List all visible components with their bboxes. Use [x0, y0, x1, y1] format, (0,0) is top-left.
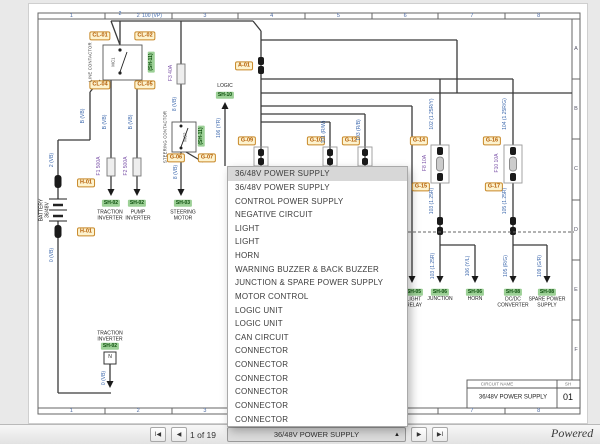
dropdown-item[interactable]: CAN CIRCUIT: [228, 331, 407, 345]
page-status: 1 of 19: [190, 430, 216, 440]
dropdown-item[interactable]: CONNECTOR: [228, 344, 407, 358]
previous-page-button[interactable]: ◀: [171, 427, 187, 442]
first-page-button[interactable]: I◀: [150, 427, 166, 442]
watermark-text: Powered: [551, 426, 593, 441]
dropdown-item[interactable]: LOGIC UNIT: [228, 303, 407, 317]
dropdown-item[interactable]: 36/48V POWER SUPPLY: [228, 181, 407, 195]
dropdown-item[interactable]: WARNING BUZZER & BACK BUZZER: [228, 262, 407, 276]
pdf-viewer: CL-01CL-02CL-04CL-05A-01G-06G-07G-09G-10…: [0, 0, 600, 444]
page-select-value: 36/48V POWER SUPPLY: [274, 430, 359, 439]
dropdown-item[interactable]: CONTROL POWER SUPPLY: [228, 194, 407, 208]
last-page-button[interactable]: ▶I: [432, 427, 448, 442]
dropdown-item[interactable]: HORN: [228, 249, 407, 263]
dropdown-item[interactable]: JUNCTION & SPARE POWER SUPPLY: [228, 276, 407, 290]
page-select-control[interactable]: 36/48V POWER SUPPLY ▲: [227, 427, 406, 442]
viewer-toolbar: I◀ ◀ 1 of 19 36/48V POWER SUPPLY ▲ ▶ ▶I: [0, 424, 600, 444]
dropdown-item[interactable]: CONNECTOR: [228, 399, 407, 413]
dropdown-item[interactable]: NEGATIVE CIRCUIT: [228, 208, 407, 222]
dropdown-item[interactable]: CONNECTOR: [228, 385, 407, 399]
dropdown-item[interactable]: CONNECTOR: [228, 371, 407, 385]
dropdown-item[interactable]: LIGHT: [228, 235, 407, 249]
page-select-dropdown-list: 36/48V POWER SUPPLY36/48V POWER SUPPLYCO…: [227, 166, 408, 427]
dropdown-item[interactable]: CONNECTOR: [228, 412, 407, 426]
chevron-up-icon: ▲: [394, 432, 400, 438]
dropdown-item[interactable]: 36/48V POWER SUPPLY: [228, 167, 407, 181]
dropdown-item[interactable]: LIGHT: [228, 222, 407, 236]
dropdown-item[interactable]: MOTOR CONTROL: [228, 290, 407, 304]
dropdown-item[interactable]: CONNECTOR: [228, 358, 407, 372]
dropdown-item[interactable]: LOGIC UNIT: [228, 317, 407, 331]
next-page-button[interactable]: ▶: [411, 427, 427, 442]
